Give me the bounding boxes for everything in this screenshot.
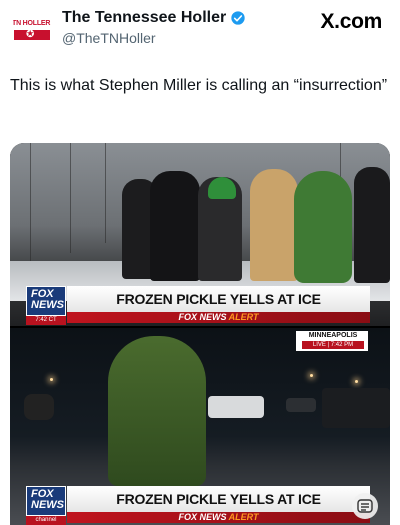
headline-text: FROZEN PICKLE YELLS AT ICE — [116, 291, 321, 307]
protester-tan-hoodie — [250, 169, 298, 281]
tweet-media[interactable]: FOX NEWS 7:42 CT FROZEN PICKLE YELLS AT … — [10, 143, 390, 525]
alert-label: FOX NEWS ALERT — [67, 312, 370, 323]
tree-branch — [105, 143, 106, 243]
street-light — [310, 374, 313, 377]
protester-4 — [354, 167, 390, 283]
location-bug: MINNEAPOLIS LIVE | 7:42 PM — [296, 331, 368, 351]
alert-network: FOX NEWS — [178, 312, 227, 322]
tweet-text: This is what Stephen Miller is calling a… — [10, 77, 388, 94]
video-frame-night: MINNEAPOLIS LIVE | 7:42 PM FOX NEWS chan… — [10, 328, 390, 525]
fox-news-logo: FOX NEWS — [26, 286, 66, 316]
live-label: LIVE — [312, 342, 326, 348]
avatar[interactable]: TN HOLLER ✪ — [10, 10, 54, 54]
distant-figures — [24, 394, 54, 420]
alert-network: FOX NEWS — [178, 512, 227, 522]
broadcast-time: 7:42 CT — [26, 316, 66, 325]
tennessee-star-icon: ✪ — [26, 29, 35, 40]
fox-logo-bottom: NEWS — [31, 299, 64, 311]
video-frame-protest: FOX NEWS 7:42 CT FROZEN PICKLE YELLS AT … — [10, 143, 390, 326]
street-light — [355, 380, 358, 383]
location-city: MINNEAPOLIS — [308, 332, 358, 339]
avatar-logo-text: TN HOLLER — [12, 20, 51, 27]
pickle-costume — [294, 171, 352, 283]
pickle-costume-back — [108, 336, 206, 486]
account-name[interactable]: The Tennessee Holler — [62, 9, 226, 27]
alert-word: ALERT — [228, 312, 259, 322]
alert-label: FOX NEWS ALERT — [67, 512, 370, 523]
name-row: The Tennessee Holler — [62, 9, 246, 27]
news-chyron: FOX NEWS 7:42 CT FROZEN PICKLE YELLS AT … — [10, 286, 390, 325]
headline-text: FROZEN PICKLE YELLS AT ICE — [116, 491, 321, 507]
channel-label: channel — [26, 516, 66, 525]
fox-news-logo: FOX NEWS — [26, 486, 66, 516]
tweet-header: TN HOLLER ✪ The Tennessee Holler @TheTNH… — [0, 0, 400, 60]
account-handle[interactable]: @TheTNHoller — [62, 30, 156, 46]
live-indicator: LIVE | 7:42 PM — [302, 341, 364, 349]
captions-glyph-icon — [357, 499, 373, 513]
brand-watermark: X.com — [320, 10, 382, 33]
live-time: 7:42 PM — [330, 342, 354, 348]
captions-icon[interactable] — [352, 493, 378, 519]
verified-badge-icon — [231, 11, 245, 25]
white-pickup-truck — [208, 396, 264, 418]
distant-car — [286, 398, 316, 412]
green-helmet — [208, 177, 236, 199]
protester-2 — [150, 171, 200, 281]
street-light — [50, 378, 53, 381]
tree-branch — [30, 143, 31, 263]
fox-logo-bottom: NEWS — [31, 499, 64, 511]
tree-branch — [70, 143, 71, 253]
dark-suv — [322, 388, 390, 428]
alert-word: ALERT — [228, 512, 259, 522]
news-chyron: FOX NEWS channel FROZEN PICKLE YELLS AT … — [10, 486, 390, 525]
